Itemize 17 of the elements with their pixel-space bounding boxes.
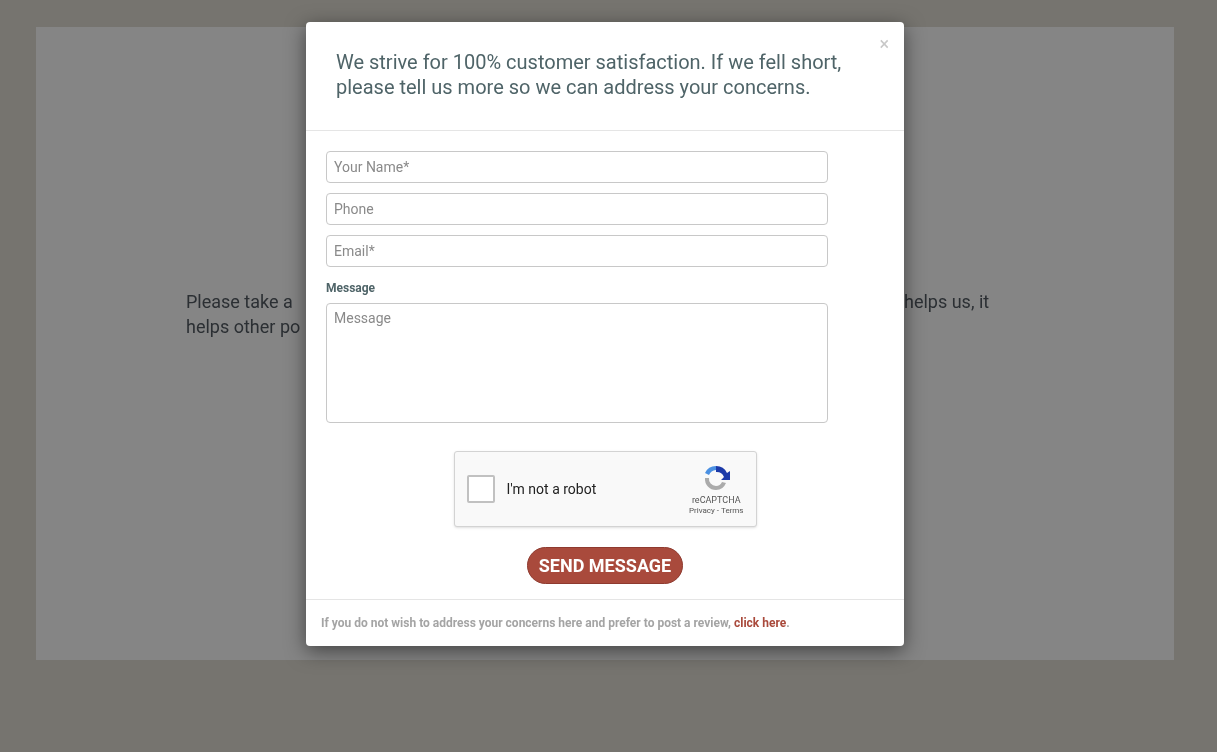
dialog-heading: We strive for 100% customer satisfaction. If we fell short, please tell us more so we can address your concerns. — [336, 50, 843, 100]
message-field[interactable]: Message — [326, 303, 828, 423]
captcha-checkbox[interactable] — [466, 475, 495, 503]
page-text: helps other po — [186, 315, 301, 339]
link-separator: - — [716, 506, 719, 516]
page-text: Please take a — [186, 290, 294, 314]
input-field[interactable]: Email* — [326, 235, 828, 267]
send-message-button[interactable]: SEND MESSAGE — [526, 547, 684, 584]
input-field[interactable]: Phone — [326, 193, 828, 225]
footer-note: If you do not wish to address your concerns here and prefer to post a review, click here. — [321, 615, 791, 632]
captcha-label: I'm not a robot — [506, 479, 598, 499]
field-label: Message — [326, 280, 377, 297]
privacy-link[interactable]: Privacy — [688, 506, 715, 516]
captcha-brand: reCAPTCHA — [691, 494, 741, 506]
input-field[interactable]: Your Name* — [326, 151, 828, 183]
page-text: helps us, it — [904, 290, 990, 314]
terms-link[interactable]: Terms — [721, 506, 744, 516]
